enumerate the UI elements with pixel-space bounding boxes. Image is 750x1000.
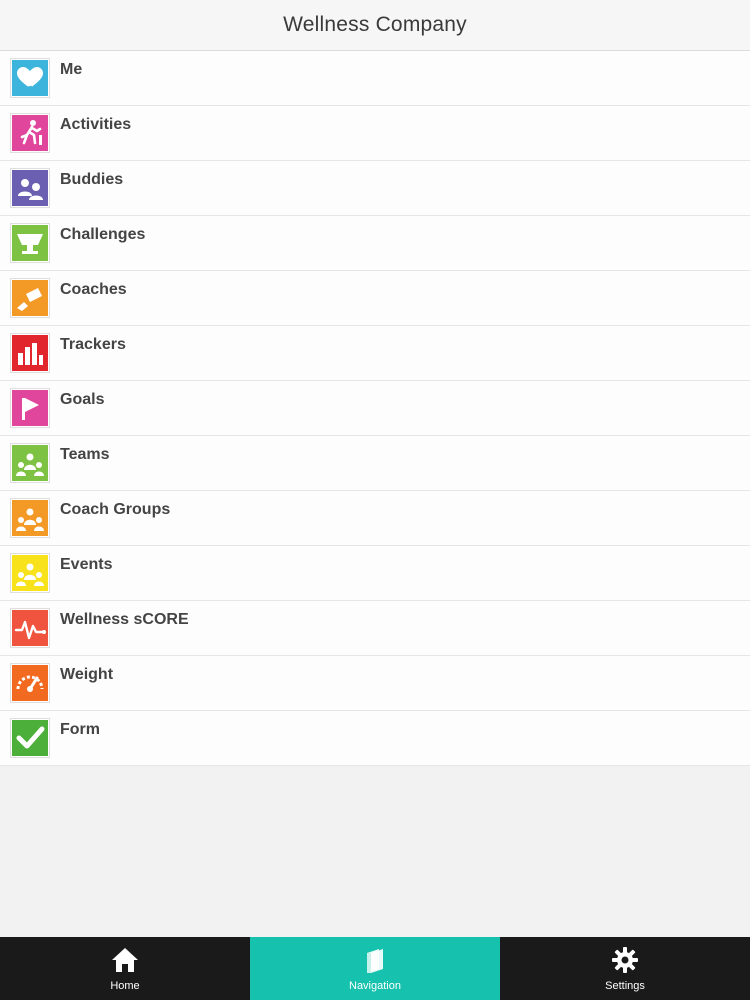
- coach-whistle-icon: [11, 279, 49, 317]
- gear-icon: [610, 945, 640, 975]
- bottom-tab-bar: Home Navigation Settings: [0, 937, 750, 1000]
- menu-label: Coach Groups: [60, 501, 171, 518]
- tab-label: Settings: [605, 980, 645, 992]
- group-icon: [11, 499, 49, 537]
- menu-label: Weight: [60, 666, 114, 683]
- menu-item-wellness-score[interactable]: Wellness sCORE: [0, 601, 750, 656]
- heartbeat-icon: [11, 609, 49, 647]
- tab-navigation[interactable]: Navigation: [250, 937, 500, 1000]
- menu-label: Trackers: [60, 336, 126, 353]
- gauge-icon: [11, 664, 49, 702]
- app-header: Wellness Company: [0, 0, 750, 51]
- menu-label: Form: [60, 721, 100, 738]
- navigation-menu: Me Activities Buddies Challenges Coaches…: [0, 51, 750, 766]
- running-person-icon: [11, 114, 49, 152]
- menu-item-buddies[interactable]: Buddies: [0, 161, 750, 216]
- page-title: Wellness Company: [283, 13, 467, 36]
- menu-item-trackers[interactable]: Trackers: [0, 326, 750, 381]
- menu-label: Events: [60, 556, 113, 573]
- menu-label: Coaches: [60, 281, 127, 298]
- menu-label: Wellness sCORE: [60, 611, 189, 628]
- tab-label: Home: [110, 980, 140, 992]
- menu-label: Me: [60, 61, 83, 78]
- team-icon: [11, 444, 49, 482]
- menu-label: Activities: [60, 116, 132, 133]
- menu-item-me[interactable]: Me: [0, 51, 750, 106]
- trophy-icon: [11, 224, 49, 262]
- flag-icon: [11, 389, 49, 427]
- menu-item-goals[interactable]: Goals: [0, 381, 750, 436]
- menu-item-events[interactable]: Events: [0, 546, 750, 601]
- menu-item-form[interactable]: Form: [0, 711, 750, 766]
- event-group-icon: [11, 554, 49, 592]
- heart-icon: [11, 59, 49, 97]
- menu-item-teams[interactable]: Teams: [0, 436, 750, 491]
- bar-chart-icon: [11, 334, 49, 372]
- menu-item-challenges[interactable]: Challenges: [0, 216, 750, 271]
- tab-settings[interactable]: Settings: [500, 937, 750, 1000]
- checkmark-icon: [11, 719, 49, 757]
- tab-home[interactable]: Home: [0, 937, 250, 1000]
- menu-label: Teams: [60, 446, 110, 463]
- buddies-icon: [11, 169, 49, 207]
- menu-item-weight[interactable]: Weight: [0, 656, 750, 711]
- menu-item-coaches[interactable]: Coaches: [0, 271, 750, 326]
- menu-label: Challenges: [60, 226, 146, 243]
- menu-item-coach-groups[interactable]: Coach Groups: [0, 491, 750, 546]
- home-icon: [110, 945, 140, 975]
- menu-label: Goals: [60, 391, 105, 408]
- book-icon: [360, 945, 390, 975]
- tab-label: Navigation: [349, 980, 401, 992]
- menu-label: Buddies: [60, 171, 124, 188]
- menu-item-activities[interactable]: Activities: [0, 106, 750, 161]
